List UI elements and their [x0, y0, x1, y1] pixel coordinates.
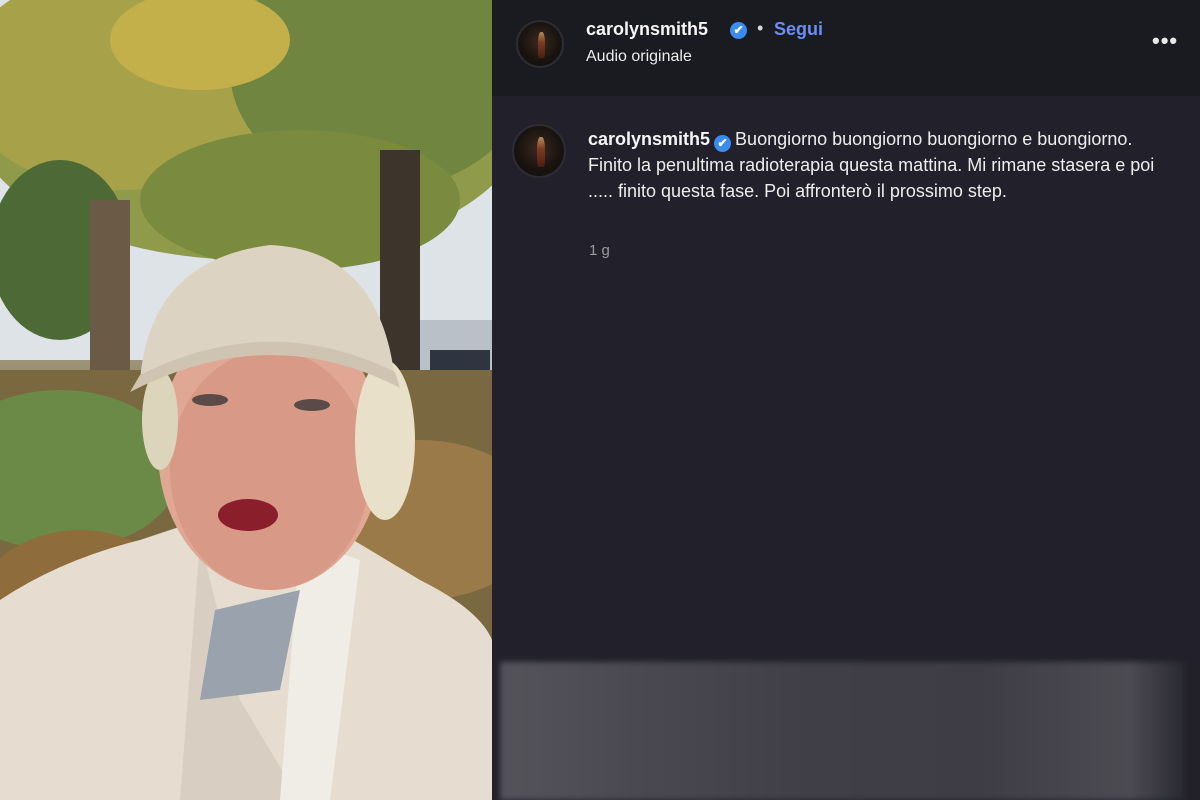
video-scene — [0, 0, 492, 800]
follow-button[interactable]: Segui — [774, 19, 823, 40]
caption: carolynsmith5 ✔ Buongiorno buongiorno buon… — [588, 126, 1178, 204]
profile-avatar[interactable] — [516, 20, 564, 68]
separator-dot: • — [757, 18, 764, 38]
video-frame[interactable] — [0, 0, 492, 800]
audio-label[interactable]: Audio originale — [586, 48, 692, 66]
comment-avatar[interactable] — [512, 124, 566, 178]
caption-username[interactable]: carolynsmith5 — [588, 129, 710, 149]
profile-username[interactable]: carolynsmith5 — [586, 19, 708, 40]
caption-verified-icon: ✔ — [714, 135, 732, 152]
blurred-region — [500, 662, 1184, 800]
post-panel: carolynsmith5 ✔ • Segui Audio originale … — [492, 0, 1200, 800]
caption-timestamp: 1 g — [589, 242, 610, 259]
verified-icon: ✔ — [730, 22, 747, 39]
more-options-icon[interactable]: ••• — [1152, 28, 1178, 54]
post-header: carolynsmith5 ✔ • Segui Audio originale … — [492, 0, 1200, 96]
